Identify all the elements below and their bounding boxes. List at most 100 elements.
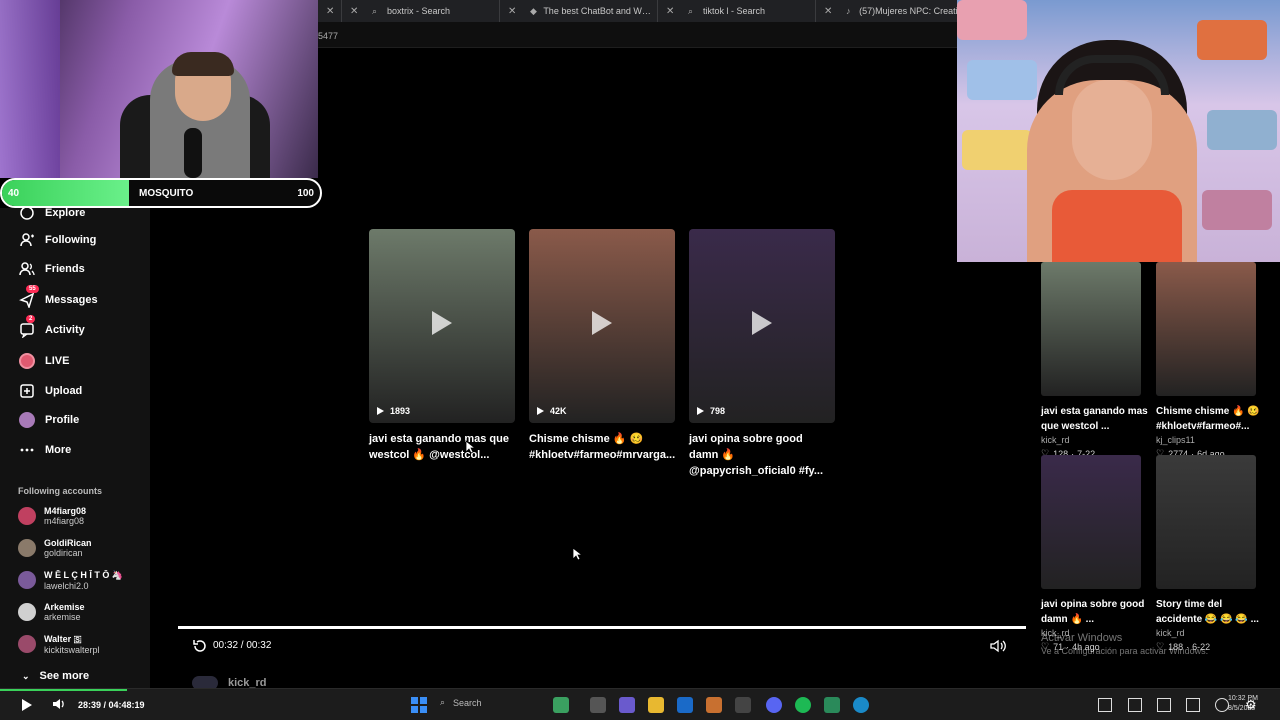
video-card[interactable]: 798 javi opina sobre good damn 🔥 @papycri… (689, 229, 835, 479)
stream-progress-bar[interactable] (0, 689, 127, 691)
sidebar-item-friends[interactable]: Friends (18, 259, 85, 279)
video-caption[interactable]: javi opina sobre good damn 🔥 @papycrish_… (689, 431, 835, 479)
related-video-thumbnail[interactable] (1041, 262, 1141, 396)
video-caption[interactable]: javi esta ganando mas que westcol 🔥 @wes… (369, 431, 515, 463)
outlook-icon[interactable] (677, 697, 693, 713)
related-video-title[interactable]: javi esta ganando mas que westcol ... (1041, 404, 1153, 434)
copilot-icon[interactable] (619, 697, 635, 713)
video-card[interactable]: 1893 javi esta ganando mas que westcol 🔥 … (369, 229, 515, 463)
account-handle: goldirican (44, 548, 83, 558)
store-icon[interactable] (735, 697, 751, 713)
play-overlay-icon (432, 311, 452, 335)
view-count: 1893 (377, 406, 410, 416)
sidebar-item-label: Profile (45, 414, 80, 426)
tray-icon[interactable] (1128, 698, 1142, 712)
app-icon[interactable] (706, 697, 722, 713)
browser-tab[interactable]: ✕ ♪ (57)Mujeres NPC: Creatividad y D (816, 0, 958, 22)
sidebar-item-explore[interactable]: Explore (18, 203, 85, 223)
tray-icon[interactable] (1157, 698, 1171, 712)
spotify-icon[interactable] (795, 697, 811, 713)
search-icon: ⌕ (688, 5, 694, 16)
account-handle: kickitswalterpl (44, 644, 100, 655)
following-account[interactable]: Walter 🇸 kickitswalterpl (18, 631, 100, 657)
browser-tab-title: tiktok l - Search (703, 6, 766, 16)
widget-icon[interactable] (553, 697, 569, 713)
see-more-label: See more (39, 670, 90, 682)
health-bar-name: MOSQUITO (139, 188, 194, 199)
related-video-thumbnail[interactable] (1041, 455, 1141, 589)
related-video-title[interactable]: javi opina sobre good damn 🔥 ... (1041, 597, 1153, 627)
related-video-title[interactable]: Story time del accidente 😂 😂 😂 ... (1156, 597, 1268, 627)
tray-icon[interactable] (1098, 698, 1112, 712)
windows-start-icon[interactable] (411, 697, 427, 713)
close-icon[interactable]: ✕ (350, 6, 358, 17)
following-account[interactable]: W Ē L Ç H Ī T Ō 🦄 lawelchi2.0 (18, 567, 123, 593)
following-account[interactable]: M4fiarg08 m4fiarg08 (18, 503, 86, 529)
related-video-card[interactable]: javi esta ganando mas que westcol ... kic… (1041, 262, 1148, 459)
related-video-thumbnail[interactable] (1156, 455, 1256, 589)
video-caption[interactable]: Chisme chisme 🔥 🥴 #khloetv#farmeo#mrvarg… (529, 431, 675, 463)
video-card[interactable]: 42K Chisme chisme 🔥 🥴 #khloetv#farmeo#mrv… (529, 229, 675, 463)
windows-activation-watermark: Activar Windows Ve a Configuración para … (1041, 632, 1208, 656)
tray-icon[interactable] (1215, 698, 1229, 712)
related-video-thumbnail[interactable] (1156, 262, 1256, 396)
browser-tab[interactable]: ✕ (318, 0, 342, 22)
see-more-button[interactable]: ⌄ See more (22, 670, 89, 682)
following-account[interactable]: GoldiRican goldirican (18, 535, 92, 561)
sidebar-item-profile[interactable]: Profile (18, 410, 79, 430)
video-thumbnail[interactable]: 42K (529, 229, 675, 423)
sidebar-item-upload[interactable]: Upload (18, 381, 82, 401)
browser-tab[interactable]: ✕ ⌕ tiktok l - Search (658, 0, 816, 22)
sidebar-item-live[interactable]: LIVE (18, 351, 69, 371)
avatar (18, 507, 36, 525)
close-icon[interactable]: ✕ (666, 6, 674, 17)
video-thumbnail[interactable]: 798 (689, 229, 835, 423)
related-video-title[interactable]: Chisme chisme 🔥 🥴 #khloetv#farmeo#... (1156, 404, 1268, 434)
view-count: 798 (697, 406, 725, 416)
task-view-icon[interactable] (590, 697, 606, 713)
close-icon[interactable]: ✕ (326, 6, 334, 17)
sidebar-item-more[interactable]: More (18, 440, 71, 460)
account-handle: m4fiarg08 (44, 516, 85, 526)
tray-icon[interactable] (1186, 698, 1200, 712)
volume-icon[interactable] (990, 639, 1006, 658)
activation-line-1: Activar Windows (1041, 632, 1123, 644)
messages-icon: 55 (18, 285, 39, 309)
settings-gear-icon[interactable]: ⚙ (1245, 698, 1259, 712)
browser-tab[interactable]: ✕ ◆ The best ChatBot and Widgets fo (500, 0, 658, 22)
taskbar-search[interactable]: ⌕ Search (440, 697, 482, 708)
sidebar-item-following[interactable]: Following (18, 230, 96, 250)
related-video-card[interactable]: Chisme chisme 🔥 🥴 #khloetv#farmeo#... kj_… (1156, 262, 1260, 459)
video-thumbnail[interactable]: 1893 (369, 229, 515, 423)
browser-tab[interactable]: ✕ ⌕ boxtrix - Search (342, 0, 500, 22)
address-bar[interactable]: 5477 (318, 22, 958, 48)
video-time: 00:32 / 00:32 (213, 640, 272, 651)
related-video-card[interactable]: javi opina sobre good damn 🔥 ... kick_rd ♡… (1041, 455, 1144, 652)
gem-icon: ◆ (530, 5, 537, 16)
stream-play-icon[interactable] (22, 699, 32, 711)
upload-icon (18, 382, 36, 400)
related-video-user[interactable]: kick_rd (1041, 435, 1141, 445)
close-icon[interactable]: ✕ (824, 6, 832, 17)
file-explorer-icon[interactable] (648, 697, 664, 713)
related-video-user[interactable]: kj_clips11 (1156, 435, 1256, 445)
discord-icon[interactable] (766, 697, 782, 713)
related-video-card[interactable]: Story time del accidente 😂 😂 😂 ... kick_r… (1156, 455, 1259, 652)
replay-icon[interactable] (192, 638, 208, 659)
compass-icon (18, 204, 36, 222)
sidebar-item-activity[interactable]: 2 Activity (18, 315, 85, 340)
sidebar-item-messages[interactable]: 55 Messages (18, 285, 98, 310)
following-account[interactable]: Arkemise arkemise (18, 599, 85, 625)
browser-tab-title: (57)Mujeres NPC: Creatividad y D (859, 6, 958, 16)
video-progress-bar[interactable] (178, 626, 1026, 629)
sidebar-item-label: More (45, 444, 72, 456)
tiktok-sidebar: Explore Following Friends 55 Messages 2 Activi… (0, 206, 150, 690)
account-name: Walter 🇸 (44, 633, 82, 644)
stream-volume-icon[interactable] (52, 697, 66, 716)
edge-icon[interactable] (853, 697, 869, 713)
sidebar-item-label: Friends (45, 263, 85, 275)
app2-icon[interactable] (824, 697, 840, 713)
browser-tab-title: boxtrix - Search (387, 6, 451, 16)
close-icon[interactable]: ✕ (508, 6, 516, 17)
search-icon: ⌕ (440, 697, 446, 707)
